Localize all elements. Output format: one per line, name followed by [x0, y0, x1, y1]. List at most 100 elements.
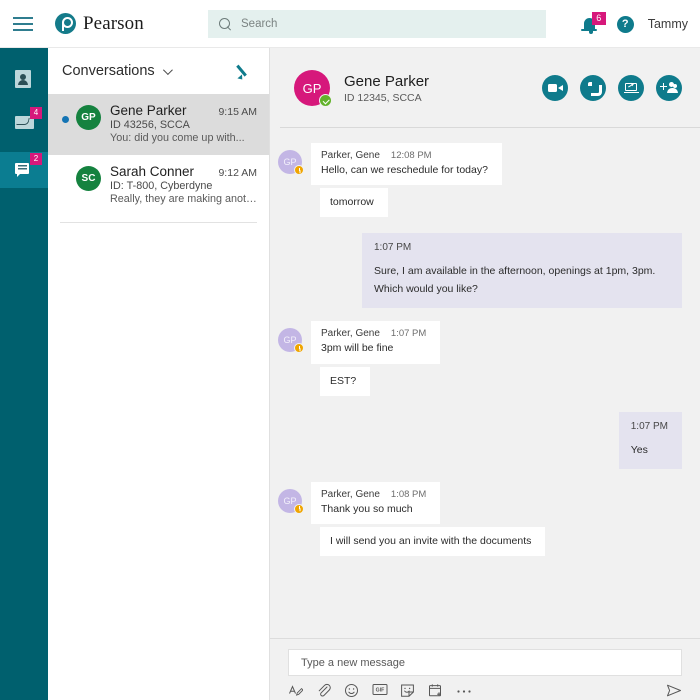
message-text: Hello, can we reschedule for today? — [321, 164, 488, 176]
message-group: GP Parker, Gene 1:07 PM 3pm will be fine… — [278, 321, 682, 398]
avatar: GP — [278, 150, 304, 175]
paperclip-icon[interactable] — [316, 683, 331, 698]
presence-available-icon — [319, 94, 332, 107]
message-input-placeholder: Type a new message — [301, 656, 405, 669]
message-group: 1:07 PM Sure, I am available in the afte… — [278, 233, 682, 309]
sidebar-item-contacts[interactable] — [0, 60, 48, 96]
message-group: GP Parker, Gene 12:08 PM Hello, can we r… — [278, 143, 682, 220]
ellipsis-icon[interactable] — [456, 683, 471, 698]
hamburger-menu-icon[interactable] — [13, 16, 33, 31]
conversation-preview: You: did you come up with... — [110, 132, 245, 144]
help-icon[interactable]: ? — [616, 15, 634, 33]
message-time: 1:08 PM — [390, 488, 427, 500]
conversation-name: Sarah Conner — [110, 164, 195, 179]
mail-badge: 4 — [30, 107, 42, 119]
brand-name: Pearson — [83, 12, 144, 34]
smiley-icon[interactable] — [344, 683, 359, 698]
conversations-title: Conversations — [62, 63, 155, 79]
avatar: GP — [278, 328, 304, 354]
compose-new-conversation-button[interactable] — [237, 62, 255, 80]
conversation-list-item[interactable]: SC Sarah Conner 9:12 AM ID: T-800, Cyber… — [48, 155, 269, 216]
audio-call-button[interactable] — [580, 75, 606, 101]
message-input[interactable]: Type a new message — [288, 649, 682, 676]
contact-card-icon — [14, 70, 34, 88]
message-text: I will send you an invite with the docum… — [330, 534, 532, 547]
message-sender: Parker, Gene — [321, 328, 380, 340]
message-list[interactable]: GP Parker, Gene 12:08 PM Hello, can we r… — [270, 129, 700, 638]
sticker-icon[interactable] — [400, 683, 415, 698]
brand-logo[interactable]: Pearson — [55, 13, 144, 35]
chat-header-subtitle: ID 12345, SCCA — [344, 91, 422, 104]
conversation-list-panel: Conversations GP Gene Parker 9:15 AM ID … — [48, 48, 270, 700]
message-bubble: Parker, Gene 1:07 PM 3pm will be fine — [311, 321, 441, 364]
conversation-subtitle: ID: T-800, Cyberdyne — [110, 180, 213, 192]
bell-clapper-icon — [588, 30, 593, 34]
pearson-logo-icon — [55, 13, 76, 34]
message-text: Sure, I am available in the afternoon, o… — [374, 265, 656, 296]
screen-share-button[interactable] — [618, 75, 644, 101]
message-time: 12:08 PM — [390, 150, 432, 161]
message-bubble-outgoing: 1:07 PM Sure, I am available in the afte… — [362, 233, 682, 309]
message-bubble: I will send you an invite with the docum… — [320, 526, 546, 557]
message-bubble: Parker, Gene 12:08 PM Hello, can we resc… — [311, 143, 502, 186]
user-name[interactable]: Tammy — [648, 17, 688, 31]
conversation-time: 9:15 AM — [218, 106, 257, 118]
avatar-initials: GP — [283, 495, 297, 506]
left-nav-rail: 4 2 — [0, 48, 48, 700]
message-bubble: Parker, Gene 1:08 PM Thank you so much — [311, 481, 441, 524]
phone-icon — [588, 82, 602, 96]
message-time: 1:07 PM — [630, 420, 668, 432]
avatar: GP — [294, 70, 332, 107]
presence-away-icon — [294, 343, 304, 354]
avatar-initials: GP — [302, 80, 322, 96]
calendar-icon[interactable] — [428, 683, 443, 698]
conversation-list-header: Conversations — [48, 48, 269, 94]
sidebar-item-chat[interactable]: 2 — [0, 152, 48, 188]
search-icon — [219, 17, 232, 31]
top-bar-right: 6 ? Tammy — [581, 0, 688, 48]
chat-badge: 2 — [30, 153, 42, 165]
screen-share-icon — [623, 83, 639, 93]
send-button[interactable] — [666, 683, 682, 698]
presence-away-icon — [294, 503, 304, 514]
add-person-icon — [660, 82, 678, 94]
sidebar-item-mail[interactable]: 4 — [0, 106, 48, 142]
composer-toolbar: GIF — [288, 683, 682, 698]
video-call-button[interactable] — [542, 75, 568, 101]
conversation-preview: Really, they are making another... — [110, 193, 257, 205]
chat-header-actions — [542, 75, 682, 101]
notification-badge: 6 — [591, 12, 606, 25]
list-divider — [60, 222, 257, 223]
presence-away-icon — [294, 165, 304, 175]
message-group: 1:07 PM Yes — [278, 411, 682, 469]
message-text: Thank you so much — [321, 502, 413, 515]
unread-indicator — [62, 116, 69, 123]
page-title: Gene Parker — [344, 72, 430, 90]
chevron-down-icon — [162, 64, 173, 75]
message-text: tomorrow — [330, 196, 374, 209]
avatar: GP — [76, 105, 101, 130]
format-text-icon[interactable] — [288, 683, 303, 698]
gif-icon[interactable]: GIF — [372, 683, 388, 698]
notifications-button[interactable]: 6 — [581, 12, 606, 35]
add-participant-button[interactable] — [656, 75, 682, 101]
avatar: SC — [76, 166, 101, 191]
chat-header-text: Gene Parker ID 12345, SCCA — [344, 73, 542, 104]
svg-text:GIF: GIF — [376, 688, 385, 694]
message-bubble: tomorrow — [320, 188, 388, 218]
message-text: EST? — [330, 374, 357, 387]
message-sender: Parker, Gene — [321, 150, 380, 161]
message-group: GP Parker, Gene 1:08 PM Thank you so muc… — [278, 481, 682, 559]
avatar: GP — [278, 488, 304, 514]
search-input[interactable]: Search — [208, 10, 546, 38]
top-bar: Pearson Search 6 ? Tammy — [0, 0, 700, 48]
chat-application: Pearson Search 6 ? Tammy 4 2 Conversatio… — [0, 0, 700, 700]
message-bubble: EST? — [320, 366, 371, 396]
chat-header: GP Gene Parker ID 12345, SCCA — [270, 48, 700, 128]
search-placeholder: Search — [241, 18, 278, 30]
conversations-filter-dropdown[interactable]: Conversations — [62, 63, 173, 79]
message-text: Yes — [630, 443, 648, 456]
conversation-list-item[interactable]: GP Gene Parker 9:15 AM ID 43256, SCCA Yo… — [48, 94, 269, 155]
message-composer: Type a new message GIF — [270, 638, 700, 700]
message-time: 1:07 PM — [374, 242, 412, 254]
